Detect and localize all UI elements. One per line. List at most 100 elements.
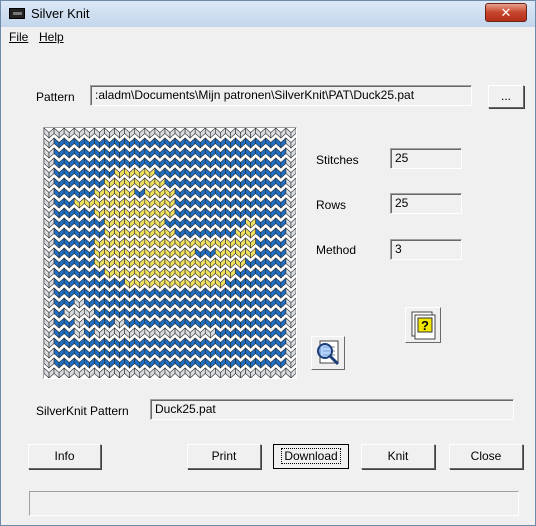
stitch-left (235, 197, 241, 209)
print-button[interactable]: Print (187, 444, 261, 469)
stitch-right (58, 127, 65, 139)
stitch-left (63, 347, 70, 359)
stitch-right (189, 227, 196, 239)
menu-file[interactable]: File (9, 30, 28, 44)
stitch-left (265, 327, 272, 339)
stitch-right (109, 167, 115, 179)
stitch-right (119, 237, 125, 249)
stitch-right (260, 167, 267, 179)
stitch-left (164, 207, 171, 219)
stitch-left (285, 267, 292, 279)
stitch-right (189, 337, 196, 349)
stitch-right (119, 167, 125, 179)
stitch-right (270, 157, 277, 169)
stitch-right (159, 217, 166, 229)
stitch-right (169, 237, 176, 249)
stitch-right (230, 357, 236, 369)
stitch-left (174, 287, 181, 299)
stitch-left (215, 207, 221, 219)
stitch-right (89, 247, 95, 259)
silverknit-pattern-label: SilverKnit Pattern (36, 404, 129, 418)
stitch-left (73, 337, 80, 349)
stitch-left (194, 217, 201, 229)
stitch-left (255, 207, 262, 219)
stitch-right (260, 257, 267, 269)
stitch-right (58, 227, 65, 239)
stitch-right (250, 247, 256, 259)
stitch-right (250, 357, 256, 369)
info-button[interactable]: Info (28, 444, 101, 469)
stitch-left (245, 257, 251, 269)
stitch-left (124, 357, 130, 369)
stitch-left (144, 167, 151, 179)
stitch-right (129, 327, 136, 339)
stitch-left (53, 347, 60, 359)
stitch-right (290, 297, 297, 309)
stitch-left (235, 207, 241, 219)
stitch-left (194, 177, 201, 189)
stitch-right (270, 367, 277, 379)
browse-button[interactable]: ... (488, 85, 524, 108)
stitch-left (73, 227, 80, 239)
stitch-right (220, 327, 226, 339)
stitch-left (124, 217, 130, 229)
stitch-left (265, 127, 272, 139)
stitch-left (265, 307, 272, 319)
stitch-left (124, 227, 130, 239)
stitch-left (144, 307, 151, 319)
stitch-right (68, 217, 75, 229)
close-button[interactable]: Close (449, 444, 523, 469)
stitch-left (255, 277, 262, 289)
stitch-right (169, 367, 176, 379)
stitch-right (270, 297, 277, 309)
stitch-left (255, 267, 262, 279)
pattern-path-field[interactable]: :aladm\Documents\Mijn patronen\SilverKni… (90, 85, 472, 106)
help-button[interactable]: ? (405, 307, 441, 343)
stitch-left (164, 367, 171, 379)
knit-button[interactable]: Knit (361, 444, 435, 469)
stitch-left (215, 287, 221, 299)
stitch-left (225, 257, 231, 269)
stitch-left (144, 247, 151, 259)
stitch-left (164, 317, 171, 329)
stitch-right (290, 317, 297, 329)
stitch-left (174, 317, 181, 329)
pattern-label: Pattern (36, 90, 75, 104)
stitch-right (109, 127, 115, 139)
stitch-right (280, 237, 287, 249)
stitch-left (204, 207, 211, 219)
stitch-left (194, 197, 201, 209)
stitch-left (154, 227, 161, 239)
stitch-left (225, 227, 231, 239)
stitch-right (159, 227, 166, 239)
stitch-left (114, 217, 120, 229)
stitch-left (134, 147, 141, 159)
window-close-button[interactable]: ✕ (485, 3, 527, 22)
stitch-right (119, 367, 125, 379)
stitch-left (255, 187, 262, 199)
stitch-left (144, 317, 151, 329)
stitch-left (285, 127, 292, 139)
stitch-left (184, 337, 191, 349)
stitch-right (260, 237, 267, 249)
stitch-left (285, 337, 292, 349)
download-button[interactable]: Download (273, 444, 349, 469)
stitch-left (285, 247, 292, 259)
menu-help[interactable]: Help (39, 30, 64, 44)
stitch-left (114, 267, 120, 279)
stitch-right (210, 287, 216, 299)
stitch-left (204, 177, 211, 189)
stitch-right (48, 297, 55, 309)
stitch-right (199, 327, 206, 339)
stitch-left (245, 157, 251, 169)
stitch-left (245, 287, 251, 299)
stitch-right (139, 157, 146, 169)
stitch-right (199, 167, 206, 179)
stitch-right (48, 267, 55, 279)
stitch-left (94, 357, 100, 369)
zoom-button[interactable] (311, 336, 345, 370)
stitch-right (270, 197, 277, 209)
stitch-left (114, 307, 120, 319)
stitch-left (104, 137, 110, 149)
stitch-right (109, 287, 115, 299)
